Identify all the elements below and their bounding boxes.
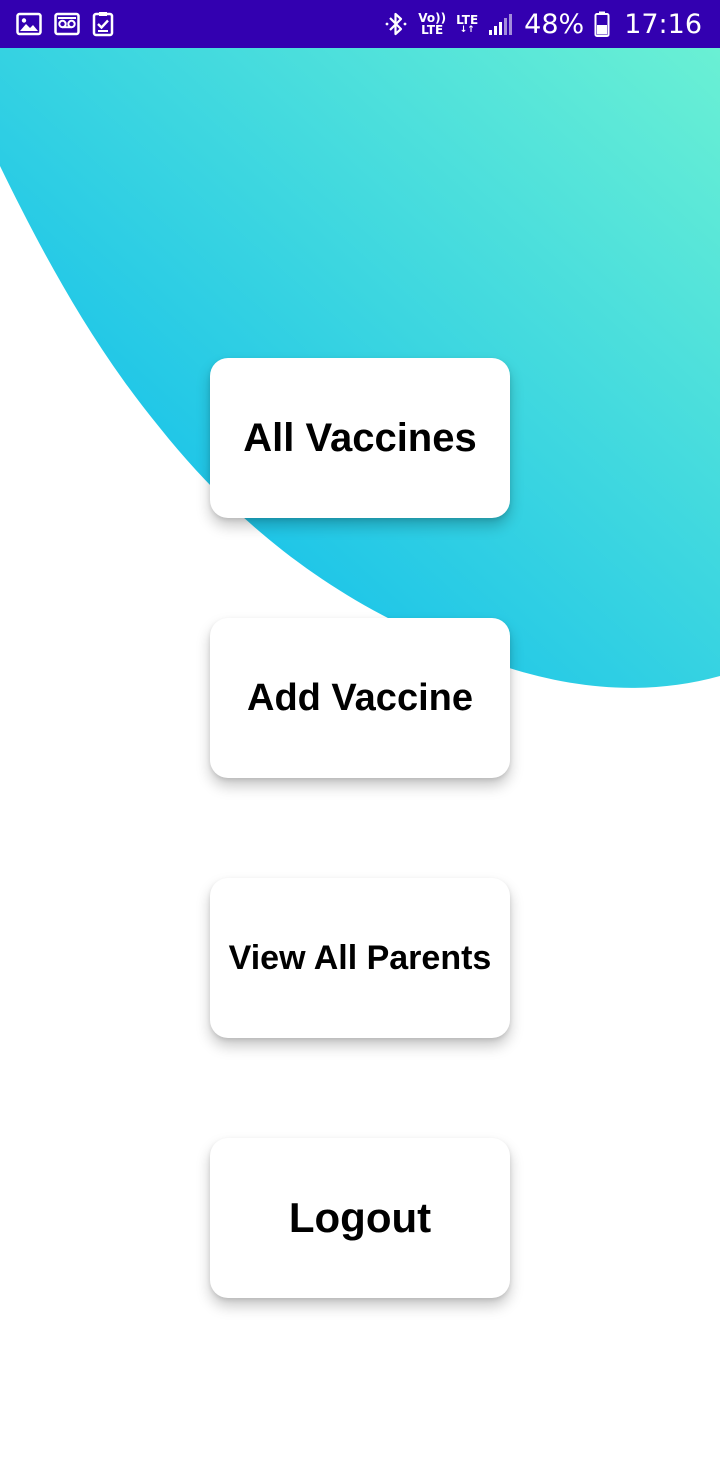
battery-icon — [594, 11, 610, 37]
all-vaccines-button[interactable]: All Vaccines — [210, 358, 510, 518]
status-left-icons — [16, 10, 114, 38]
view-all-parents-label: View All Parents — [228, 938, 492, 977]
lte-data-icon: LTE ↓↑ — [456, 14, 478, 35]
voicemail-icon — [54, 12, 80, 36]
all-vaccines-label: All Vaccines — [243, 415, 477, 460]
clock-time: 17:16 — [624, 8, 702, 40]
volte-icon: Vo)) LTE — [418, 12, 446, 36]
view-all-parents-button[interactable]: View All Parents — [210, 878, 510, 1038]
gallery-icon — [16, 12, 42, 36]
bluetooth-icon — [384, 10, 408, 38]
status-bar: Vo)) LTE LTE ↓↑ 48% 17:16 — [0, 0, 720, 48]
lte-arrows: ↓↑ — [459, 24, 475, 35]
task-check-icon — [92, 11, 114, 37]
logout-button[interactable]: Logout — [210, 1138, 510, 1298]
add-vaccine-button[interactable]: Add Vaccine — [210, 618, 510, 778]
logout-label: Logout — [288, 1194, 432, 1241]
add-vaccine-label: Add Vaccine — [247, 676, 473, 719]
status-right-icons: Vo)) LTE LTE ↓↑ 48% 17:16 — [384, 8, 702, 40]
volte-bottom-text: LTE — [421, 23, 444, 37]
battery-percent: 48% — [524, 8, 585, 40]
lte-label: LTE — [456, 12, 479, 27]
signal-icon — [488, 12, 514, 36]
